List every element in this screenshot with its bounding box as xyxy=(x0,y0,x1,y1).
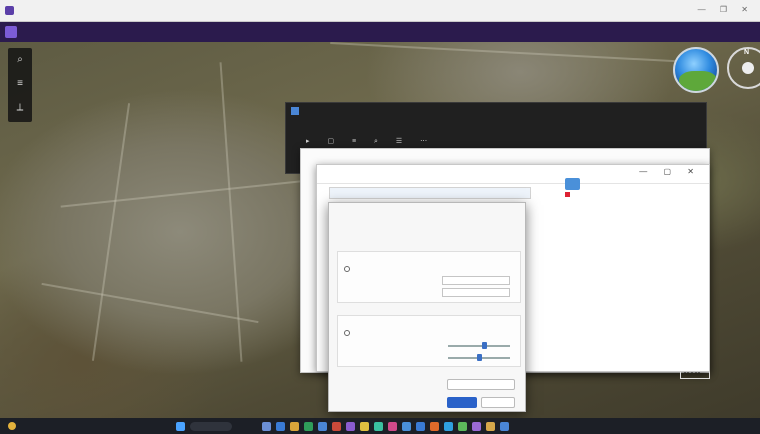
app-icon[interactable] xyxy=(500,422,509,431)
app-icon[interactable] xyxy=(318,422,327,431)
map-tool-rail: ⌕ ≡ ⟂ xyxy=(8,48,32,122)
app-favicon-icon xyxy=(5,6,14,15)
background-window-toolbar[interactable]: ▸ ▢ ≡ ⌕ ☰ ⋯ xyxy=(306,137,435,146)
window-controls[interactable]: — ❐ ✕ xyxy=(698,5,754,14)
app-icon[interactable] xyxy=(458,422,467,431)
taskbar-search[interactable] xyxy=(190,422,232,431)
ruler-icon[interactable]: ⟂ xyxy=(14,102,26,114)
app-icon[interactable] xyxy=(486,422,495,431)
app-icon[interactable] xyxy=(472,422,481,431)
dialog-section-1 xyxy=(337,251,521,303)
compass-center[interactable] xyxy=(742,62,754,74)
task-view-icon[interactable] xyxy=(262,422,271,431)
pdf-icon[interactable] xyxy=(565,192,570,197)
app-header xyxy=(0,22,760,42)
globe-icon[interactable] xyxy=(673,47,719,93)
slider[interactable] xyxy=(448,342,510,349)
dialog-section-2 xyxy=(337,315,521,367)
app-icon[interactable] xyxy=(304,422,313,431)
taskbar xyxy=(0,418,760,434)
app-icon[interactable] xyxy=(388,422,397,431)
explorer-window-controls[interactable]: — ▢ ✕ xyxy=(639,167,701,176)
app-icon[interactable] xyxy=(374,422,383,431)
map-scale-bar xyxy=(680,372,710,379)
app-icon[interactable] xyxy=(360,422,369,431)
app-icon[interactable] xyxy=(416,422,425,431)
link-button[interactable] xyxy=(343,379,413,390)
compass-north-label: N xyxy=(744,49,750,56)
search-icon[interactable]: ⌕ xyxy=(14,54,26,66)
radio-option[interactable] xyxy=(344,330,350,336)
map-road xyxy=(91,103,131,361)
text-field[interactable] xyxy=(442,288,510,297)
map-road xyxy=(60,178,320,208)
folder-icon[interactable] xyxy=(290,422,299,431)
slider[interactable] xyxy=(448,354,510,361)
text-field[interactable] xyxy=(442,276,510,285)
app-logo-icon[interactable] xyxy=(5,26,17,38)
explorer-title-bar: — ▢ ✕ xyxy=(317,165,709,184)
app-icon[interactable] xyxy=(332,422,341,431)
app-icon[interactable] xyxy=(276,422,285,431)
address-bar[interactable] xyxy=(329,187,531,199)
weather-icon[interactable] xyxy=(8,422,16,430)
options-dialog[interactable] xyxy=(328,202,526,412)
secondary-button[interactable] xyxy=(447,379,515,390)
app-icon[interactable] xyxy=(430,422,439,431)
layers-icon[interactable]: ≡ xyxy=(14,78,26,90)
ok-button[interactable] xyxy=(447,397,477,408)
window-icon xyxy=(291,107,299,115)
cancel-button[interactable] xyxy=(481,397,515,408)
app-icon[interactable] xyxy=(346,422,355,431)
browser-title-bar: — ❐ ✕ xyxy=(0,0,760,22)
radio-option[interactable] xyxy=(344,266,350,272)
map-road xyxy=(41,282,259,324)
app-icon[interactable] xyxy=(444,422,453,431)
globe-land xyxy=(679,71,717,91)
start-icon[interactable] xyxy=(176,422,185,431)
app-icon[interactable] xyxy=(402,422,411,431)
slider-knob[interactable] xyxy=(482,342,488,349)
folder-icon[interactable] xyxy=(565,178,580,190)
map-road xyxy=(330,42,710,64)
slider-knob[interactable] xyxy=(476,354,482,361)
